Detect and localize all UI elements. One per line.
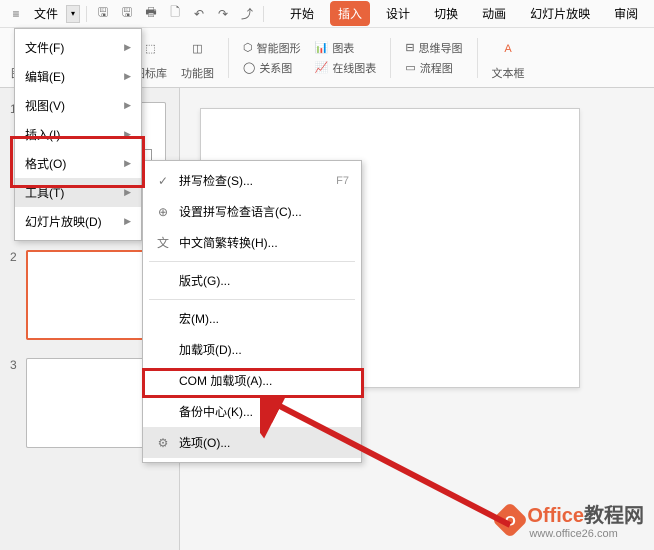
chevron-right-icon: ▶ xyxy=(124,100,131,111)
shortcut-text: F7 xyxy=(336,175,349,187)
ribbon-textbox[interactable]: A 文本框 xyxy=(492,35,525,81)
ribbon-col1: ⬡智能图形 ◯关系图 xyxy=(243,40,301,76)
slide-number: 3 xyxy=(10,358,20,448)
tab-animation[interactable]: 动画 xyxy=(474,1,514,26)
ribbon-tabs: 开始 插入 设计 切换 动画 幻灯片放映 审阅 xyxy=(282,1,646,26)
ribbon-chart[interactable]: 📊图表 xyxy=(315,40,377,56)
watermark-logo-icon: O xyxy=(492,501,529,538)
gear-icon: ⚙ xyxy=(155,435,171,451)
ribbon-separator xyxy=(477,38,478,78)
file-dropdown-menu: 文件(F)▶ 编辑(E)▶ 视图(V)▶ 插入(I)▶ 格式(O)▶ 工具(T)… xyxy=(14,28,142,241)
mindmap-icon: ⊟ xyxy=(405,41,414,54)
chevron-right-icon: ▶ xyxy=(124,71,131,82)
tab-transition[interactable]: 切换 xyxy=(426,1,466,26)
ribbon-col3: ⊟思维导图 ▭流程图 xyxy=(405,40,462,76)
submenu-spelllang[interactable]: ⊕设置拼写检查语言(C)... xyxy=(143,196,361,227)
submenu-options[interactable]: ⚙选项(O)... xyxy=(143,427,361,458)
ribbon-mindmap[interactable]: ⊟思维导图 xyxy=(405,40,462,56)
ribbon-relation[interactable]: ◯关系图 xyxy=(243,60,301,76)
redo-icon[interactable]: ↷ xyxy=(213,4,233,24)
top-toolbar: ≡ 文件 ▾ 🖫 🖫 🖶 🗋 ↶ ↷ ⤴ 开始 插入 设计 切换 动画 幻灯片放… xyxy=(0,0,654,28)
file-menu-dropdown-icon[interactable]: ▾ xyxy=(66,5,80,23)
export-icon[interactable]: ⤴ xyxy=(237,4,257,24)
save-as-icon[interactable]: 🖫 xyxy=(117,4,137,24)
lang-icon: ⊕ xyxy=(155,204,171,220)
ribbon-separator xyxy=(390,38,391,78)
menu-file[interactable]: 文件(F)▶ xyxy=(15,33,141,62)
ribbon-col2: 📊图表 📈在线图表 xyxy=(315,40,377,76)
tab-slideshow[interactable]: 幻灯片放映 xyxy=(522,1,598,26)
menu-edit[interactable]: 编辑(E)▶ xyxy=(15,62,141,91)
submenu-layout[interactable]: 版式(G)... xyxy=(143,265,361,296)
textbox-icon: A xyxy=(494,35,522,63)
watermark-url: www.office26.com xyxy=(529,528,644,540)
submenu-backup[interactable]: 备份中心(K)... xyxy=(143,396,361,427)
ribbon-flow[interactable]: ▭流程图 xyxy=(405,60,462,76)
relation-icon: ◯ xyxy=(243,61,255,74)
menu-separator xyxy=(149,261,355,262)
slide-number: 2 xyxy=(10,250,20,340)
hamburger-icon[interactable]: ≡ xyxy=(6,4,26,24)
ribbon-separator xyxy=(228,38,229,78)
ribbon-smartart[interactable]: ⬡智能图形 xyxy=(243,40,301,56)
menu-insert[interactable]: 插入(I)▶ xyxy=(15,120,141,149)
chevron-right-icon: ▶ xyxy=(124,187,131,198)
menu-separator xyxy=(149,299,355,300)
watermark: O Office教程网 www.office26.com xyxy=(497,499,644,540)
flow-icon: ▭ xyxy=(405,61,415,74)
print-preview-icon[interactable]: 🗋 xyxy=(165,4,185,24)
chevron-right-icon: ▶ xyxy=(124,42,131,53)
print-icon[interactable]: 🖶 xyxy=(141,4,161,24)
submenu-chineseconv[interactable]: 文中文简繁转换(H)... xyxy=(143,227,361,258)
separator xyxy=(263,6,264,22)
undo-icon[interactable]: ↶ xyxy=(189,4,209,24)
tab-home[interactable]: 开始 xyxy=(282,1,322,26)
watermark-brand: Office教程网 xyxy=(527,499,644,528)
submenu-addins[interactable]: 加载项(D)... xyxy=(143,334,361,365)
chart-icon: 📊 xyxy=(315,41,329,54)
chinese-icon: 文 xyxy=(155,235,171,251)
tab-insert[interactable]: 插入 xyxy=(330,1,370,26)
ribbon-func[interactable]: ◫ 功能图 xyxy=(181,35,214,81)
submenu-spellcheck[interactable]: ✓拼写检查(S)...F7 xyxy=(143,165,361,196)
ribbon-onlinechart[interactable]: 📈在线图表 xyxy=(315,60,377,76)
tab-design[interactable]: 设计 xyxy=(378,1,418,26)
ribbon-label: 功能图 xyxy=(181,65,214,81)
onlinechart-icon: 📈 xyxy=(315,61,329,74)
submenu-macro[interactable]: 宏(M)... xyxy=(143,303,361,334)
menu-tools[interactable]: 工具(T)▶ xyxy=(15,178,141,207)
spellcheck-icon: ✓ xyxy=(155,173,171,189)
smartart-icon: ⬡ xyxy=(243,41,253,54)
func-icon: ◫ xyxy=(184,35,212,63)
chevron-right-icon: ▶ xyxy=(124,216,131,227)
tools-submenu: ✓拼写检查(S)...F7 ⊕设置拼写检查语言(C)... 文中文简繁转换(H)… xyxy=(142,160,362,463)
ribbon-label: 文本框 xyxy=(492,65,525,81)
tab-review[interactable]: 审阅 xyxy=(606,1,646,26)
chevron-right-icon: ▶ xyxy=(124,129,131,140)
file-menu-button[interactable]: 文件 xyxy=(30,3,62,24)
chevron-right-icon: ▶ xyxy=(124,158,131,169)
save-icon[interactable]: 🖫 xyxy=(93,4,113,24)
menu-slideshow[interactable]: 幻灯片放映(D)▶ xyxy=(15,207,141,236)
separator xyxy=(86,6,87,22)
submenu-comaddins[interactable]: COM 加载项(A)... xyxy=(143,365,361,396)
menu-format[interactable]: 格式(O)▶ xyxy=(15,149,141,178)
menu-view[interactable]: 视图(V)▶ xyxy=(15,91,141,120)
